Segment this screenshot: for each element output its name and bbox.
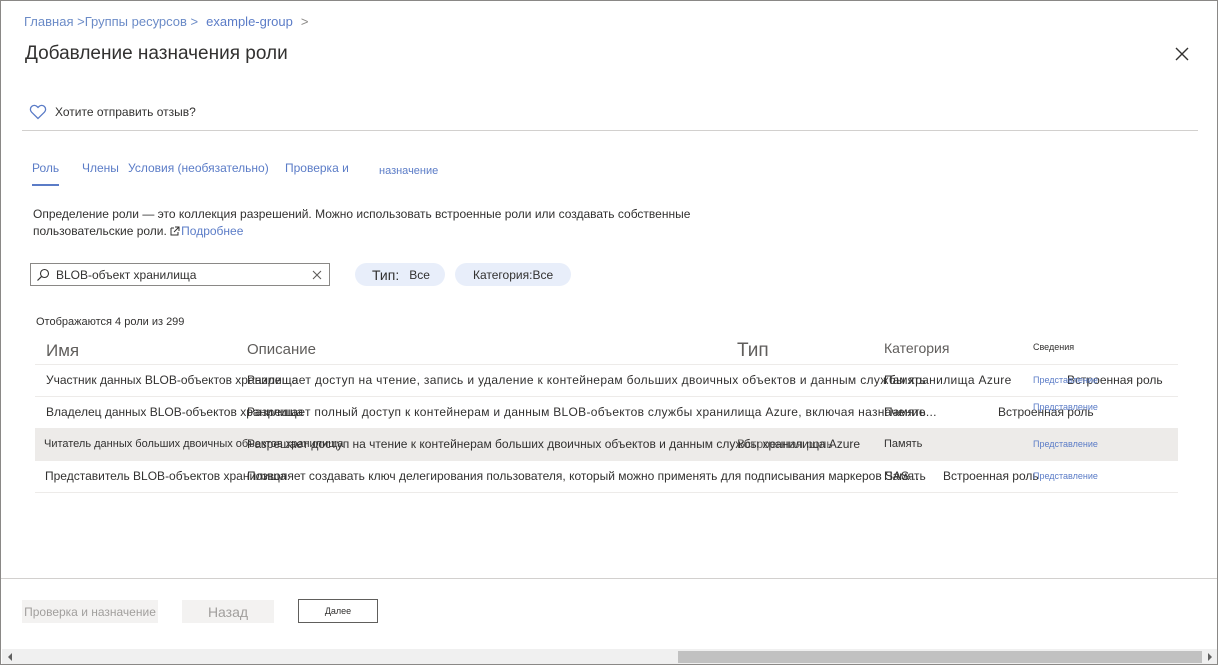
category-filter-key: Категория: (473, 267, 533, 282)
back-button[interactable]: Назад (182, 600, 274, 623)
table-row[interactable]: Представитель BLOB-объектов хранилища По… (35, 461, 1178, 493)
role-description: Определение роли — это коллекция разреше… (33, 206, 753, 240)
role-description-cell: Разрешает полный доступ к контейнерам и … (247, 405, 937, 419)
table-row[interactable]: Владелец данных BLOB-объектов хранилища … (35, 397, 1178, 429)
role-details-link[interactable]: Представление (1033, 429, 1098, 460)
role-description-cell: Разрешает доступ на чтение, запись и уда… (247, 373, 1012, 387)
heart-icon (29, 104, 47, 120)
next-button[interactable]: Далее (298, 599, 378, 623)
close-icon (1175, 47, 1189, 61)
tab-review[interactable]: Проверка и (285, 161, 349, 175)
breadcrumb-current[interactable]: example-group (206, 14, 293, 29)
role-category: Память (884, 438, 923, 450)
column-header-description[interactable]: Описание (247, 341, 316, 358)
breadcrumb-home[interactable]: Главная > (24, 14, 85, 29)
footer-divider (1, 578, 1217, 579)
breadcrumb: Главная > Группы ресурсов > example-grou… (24, 14, 310, 29)
type-filter-pill[interactable]: Тип: Все (355, 263, 445, 286)
learn-more-link[interactable]: Подробнее (181, 224, 243, 238)
feedback-link[interactable]: Хотите отправить отзыв? (29, 103, 196, 121)
column-header-category[interactable]: Категория (884, 340, 949, 356)
description-text: Определение роли — это коллекция разреше… (33, 207, 691, 238)
close-button[interactable] (1171, 43, 1193, 65)
column-header-name[interactable]: Имя (46, 341, 79, 361)
tab-conditions[interactable]: Условия (необязательно) (128, 161, 269, 175)
role-description-cell: Разрешает доступ на чтение к контейнерам… (247, 437, 861, 451)
role-details-link[interactable]: Представление (1033, 392, 1098, 423)
feedback-text: Хотите отправить отзыв? (55, 105, 196, 119)
type-filter-key: Тип: (372, 266, 400, 283)
tab-role[interactable]: Роль (32, 161, 60, 186)
column-header-type[interactable]: Тип (737, 340, 769, 362)
tab-review-assign[interactable]: назначение (379, 165, 438, 177)
role-details-link[interactable]: Представление (1033, 461, 1098, 492)
scroll-left-icon[interactable] (6, 653, 14, 661)
dialog-frame: Главная > Группы ресурсов > example-grou… (0, 0, 1218, 665)
search-icon (37, 268, 50, 281)
header-divider (22, 130, 1198, 131)
search-input[interactable] (56, 267, 296, 282)
column-header-details: Сведения (1033, 342, 1075, 352)
tab-members[interactable]: Члены (82, 161, 119, 175)
scroll-right-icon[interactable] (1206, 653, 1214, 661)
role-type: Встроенная роль (943, 469, 1039, 483)
page-title: Добавление назначения роли (25, 43, 288, 64)
type-filter-value: Все (409, 267, 430, 282)
external-link-icon (170, 226, 180, 236)
results-count: Отображаются 4 роли из 299 (36, 316, 185, 328)
breadcrumb-resource-groups[interactable]: Группы ресурсов > (85, 14, 198, 29)
horizontal-scrollbar[interactable] (2, 649, 1217, 664)
search-box[interactable] (30, 263, 330, 286)
category-filter-value: Все (532, 267, 554, 282)
role-description-cell: Позволяет создавать ключ делегирования п… (247, 469, 920, 483)
table-row[interactable]: Участник данных BLOB-объектов хранилища … (35, 365, 1178, 397)
review-assign-button[interactable]: Проверка и назначение (22, 600, 158, 623)
table-row-selected[interactable]: Читатель данных больших двоичных объекто… (35, 429, 1178, 461)
category-filter-pill[interactable]: Категория: Все (455, 263, 571, 286)
breadcrumb-separator: > (300, 14, 309, 29)
scrollbar-thumb[interactable] (678, 651, 1202, 663)
clear-icon[interactable] (311, 269, 323, 281)
